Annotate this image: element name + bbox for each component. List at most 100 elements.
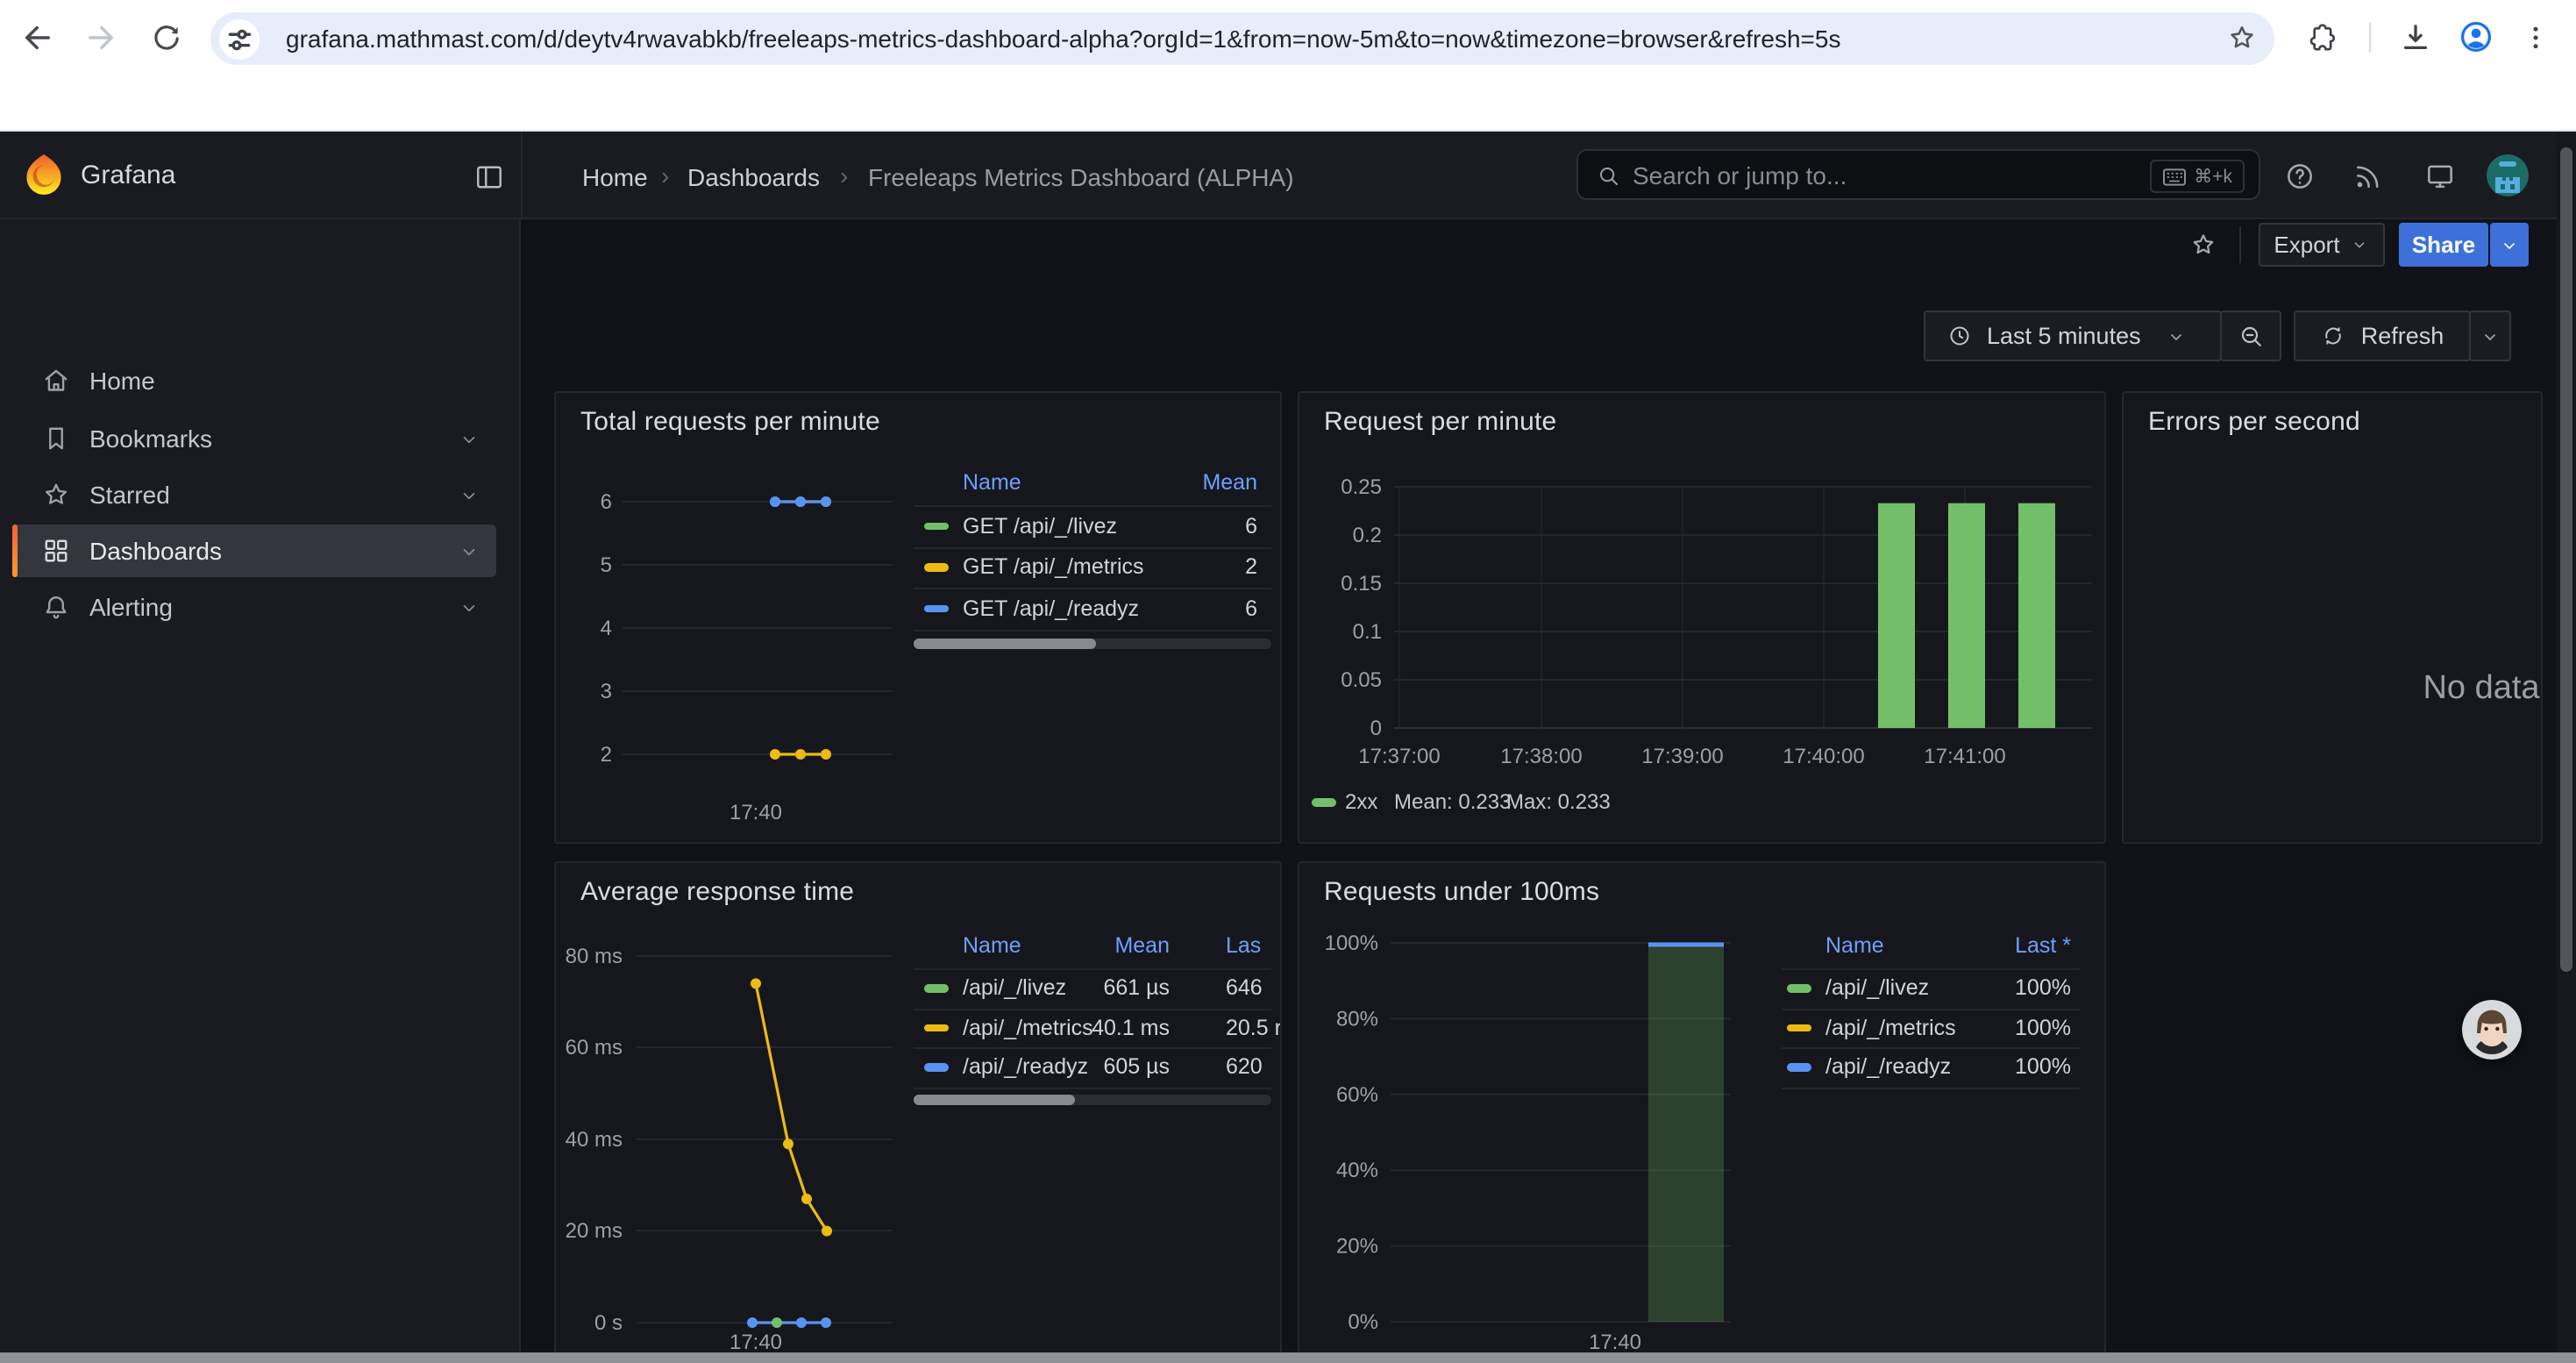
axis-tick-label: 3 (601, 680, 612, 703)
browser-profile-icon[interactable] (2457, 18, 2495, 56)
column-header-name[interactable]: Name (1825, 933, 1884, 958)
series-name[interactable]: 2xx (1345, 789, 1377, 814)
sidebar-item-alerting[interactable]: Alerting (12, 581, 496, 633)
refresh-interval-button[interactable] (2469, 310, 2511, 361)
rss-icon[interactable] (2350, 158, 2385, 193)
breadcrumb-current: Freeleaps Metrics Dashboard (ALPHA) (868, 163, 1294, 191)
grafana-logo[interactable] (23, 153, 65, 198)
column-header-name[interactable]: Name (963, 470, 1021, 495)
series-name[interactable]: /api/_/livez (963, 975, 1066, 1000)
panel-request-per-minute: Request per minute 17:37:0017:38:0017:39… (1298, 391, 2106, 844)
panel-title[interactable]: Errors per second (2148, 407, 2360, 437)
series-value: 2 (1245, 554, 1257, 579)
legend-scrollbar-thumb[interactable] (914, 1095, 1075, 1105)
share-menu-button[interactable] (2490, 223, 2529, 267)
chevron-down-icon[interactable] (458, 427, 480, 450)
column-header-value[interactable]: Last * (2015, 933, 2071, 958)
bookmark-star-icon[interactable] (2224, 20, 2259, 55)
refresh-label: Refresh (2361, 323, 2444, 349)
series-value: 6 (1245, 596, 1257, 620)
table-separator (914, 505, 1271, 507)
axis-tick-label: 0% (1348, 1310, 1378, 1334)
site-settings-chip[interactable] (219, 18, 260, 59)
sidebar-item-dashboards[interactable]: Dashboards (12, 525, 496, 577)
axis-tick-label: 40% (1336, 1159, 1378, 1182)
sidebar-item-starred[interactable]: Starred (12, 468, 496, 521)
search-input[interactable]: Search or jump to... ⌘+k (1576, 149, 2260, 200)
sidebar-item-home[interactable]: Home (12, 354, 496, 407)
grafana-topnav: Grafana Home › Dashboards › Freeleaps Me… (0, 132, 2576, 219)
series-name[interactable]: GET /api/_/metrics (963, 554, 1144, 579)
series-value: 100% (2015, 975, 2071, 1000)
series-mean: Mean: 0.233 (1394, 789, 1511, 814)
share-button[interactable]: Share (2399, 223, 2488, 267)
column-header-value[interactable]: Mean (1114, 933, 1170, 958)
legend-row[interactable]: /api/_/livez661 µs646 (914, 972, 1271, 1003)
axis-tick-label: 4 (601, 617, 612, 640)
breadcrumb-dashboards[interactable]: Dashboards (687, 163, 820, 191)
legend-row[interactable]: /api/_/metrics100% (1782, 1011, 2080, 1043)
time-range-picker[interactable]: Last 5 minutes (1924, 310, 2222, 361)
legend-scrollbar-thumb[interactable] (914, 639, 1096, 649)
series-name[interactable]: /api/_/metrics (963, 1015, 1093, 1039)
export-button[interactable]: Export (2259, 223, 2385, 267)
column-header-name[interactable]: Name (963, 933, 1021, 958)
zoom-out-button[interactable] (2220, 310, 2281, 361)
series-name[interactable]: /api/_/metrics (1825, 1015, 1956, 1039)
series-color-pill (924, 563, 949, 571)
brand-label[interactable]: Grafana (81, 161, 175, 190)
legend-row[interactable]: /api/_/metrics40.1 ms20.5 r (914, 1011, 1271, 1043)
series-name[interactable]: /api/_/livez (1825, 975, 1929, 1000)
sidebar-toggle-icon[interactable] (472, 160, 505, 193)
help-icon[interactable] (2281, 158, 2316, 193)
chevron-down-icon[interactable] (458, 539, 480, 562)
legend-row[interactable]: /api/_/readyz605 µs620 (914, 1051, 1271, 1082)
series-name[interactable]: /api/_/readyz (963, 1054, 1088, 1079)
table-separator (1782, 1008, 2080, 1010)
series-name[interactable]: /api/_/readyz (1825, 1054, 1951, 1079)
legend-row[interactable]: GET /api/_/metrics 2 (914, 551, 1271, 582)
assistant-avatar[interactable] (2462, 1000, 2522, 1060)
legend-row[interactable]: /api/_/readyz100% (1782, 1051, 2080, 1082)
monitor-icon[interactable] (2422, 158, 2457, 193)
table-separator (1782, 1087, 2080, 1088)
bell-icon (40, 591, 72, 623)
axis-tick-label: 17:38:00 (1500, 745, 1582, 768)
breadcrumb-home[interactable]: Home (582, 163, 648, 191)
column-header-value[interactable]: Mean (1202, 470, 1257, 495)
no-data-message: No data (2394, 670, 2543, 709)
legend-header-row: Name Mean (914, 470, 1271, 498)
user-avatar[interactable] (2487, 154, 2529, 196)
url-text[interactable]: grafana.mathmast.com/d/deytv4rwavabkb/fr… (286, 24, 2197, 54)
series-name[interactable]: GET /api/_/livez (963, 513, 1117, 538)
series-name[interactable]: GET /api/_/readyz (963, 596, 1139, 620)
legend-row[interactable]: GET /api/_/livez6 (914, 510, 1271, 541)
favorite-star-icon[interactable] (2185, 226, 2220, 261)
axis-tick-label: 40 ms (566, 1128, 623, 1152)
column-header-value[interactable]: Las (1226, 933, 1261, 958)
sidebar-item-bookmarks[interactable]: Bookmarks (12, 412, 496, 465)
legend-row[interactable]: GET /api/_/readyz 6 (914, 592, 1271, 624)
legend-row[interactable]: /api/_/livez 100% (1782, 972, 2080, 1003)
legend-header-row: Name Mean Las (914, 933, 1271, 961)
downloads-icon[interactable] (2395, 18, 2434, 56)
extensions-icon[interactable] (2301, 19, 2338, 56)
axis-tick-label: 20% (1336, 1235, 1378, 1259)
axis-tick-label: 80 ms (566, 945, 623, 968)
browser-reload-icon[interactable] (146, 18, 186, 58)
chart-legend[interactable]: 2xx Mean: 0.233 Max: 0.233 (1312, 789, 2083, 821)
refresh-button[interactable]: Refresh (2294, 310, 2471, 361)
breadcrumb-separator: › (840, 161, 848, 189)
browser-menu-icon[interactable] (2520, 18, 2551, 56)
chevron-down-icon[interactable] (458, 483, 480, 506)
browser-back-icon[interactable] (16, 16, 60, 60)
scrollbar-thumb[interactable] (2560, 147, 2572, 972)
table-separator (1782, 1047, 2080, 1049)
page-scrollbar[interactable] (2557, 132, 2576, 1363)
browser-forward-icon[interactable] (79, 16, 123, 60)
search-icon (1594, 161, 1622, 189)
chevron-down-icon[interactable] (458, 596, 480, 618)
share-label: Share (2412, 232, 2475, 258)
address-bar[interactable]: grafana.mathmast.com/d/deytv4rwavabkb/fr… (210, 11, 2274, 64)
table-separator (914, 588, 1271, 589)
